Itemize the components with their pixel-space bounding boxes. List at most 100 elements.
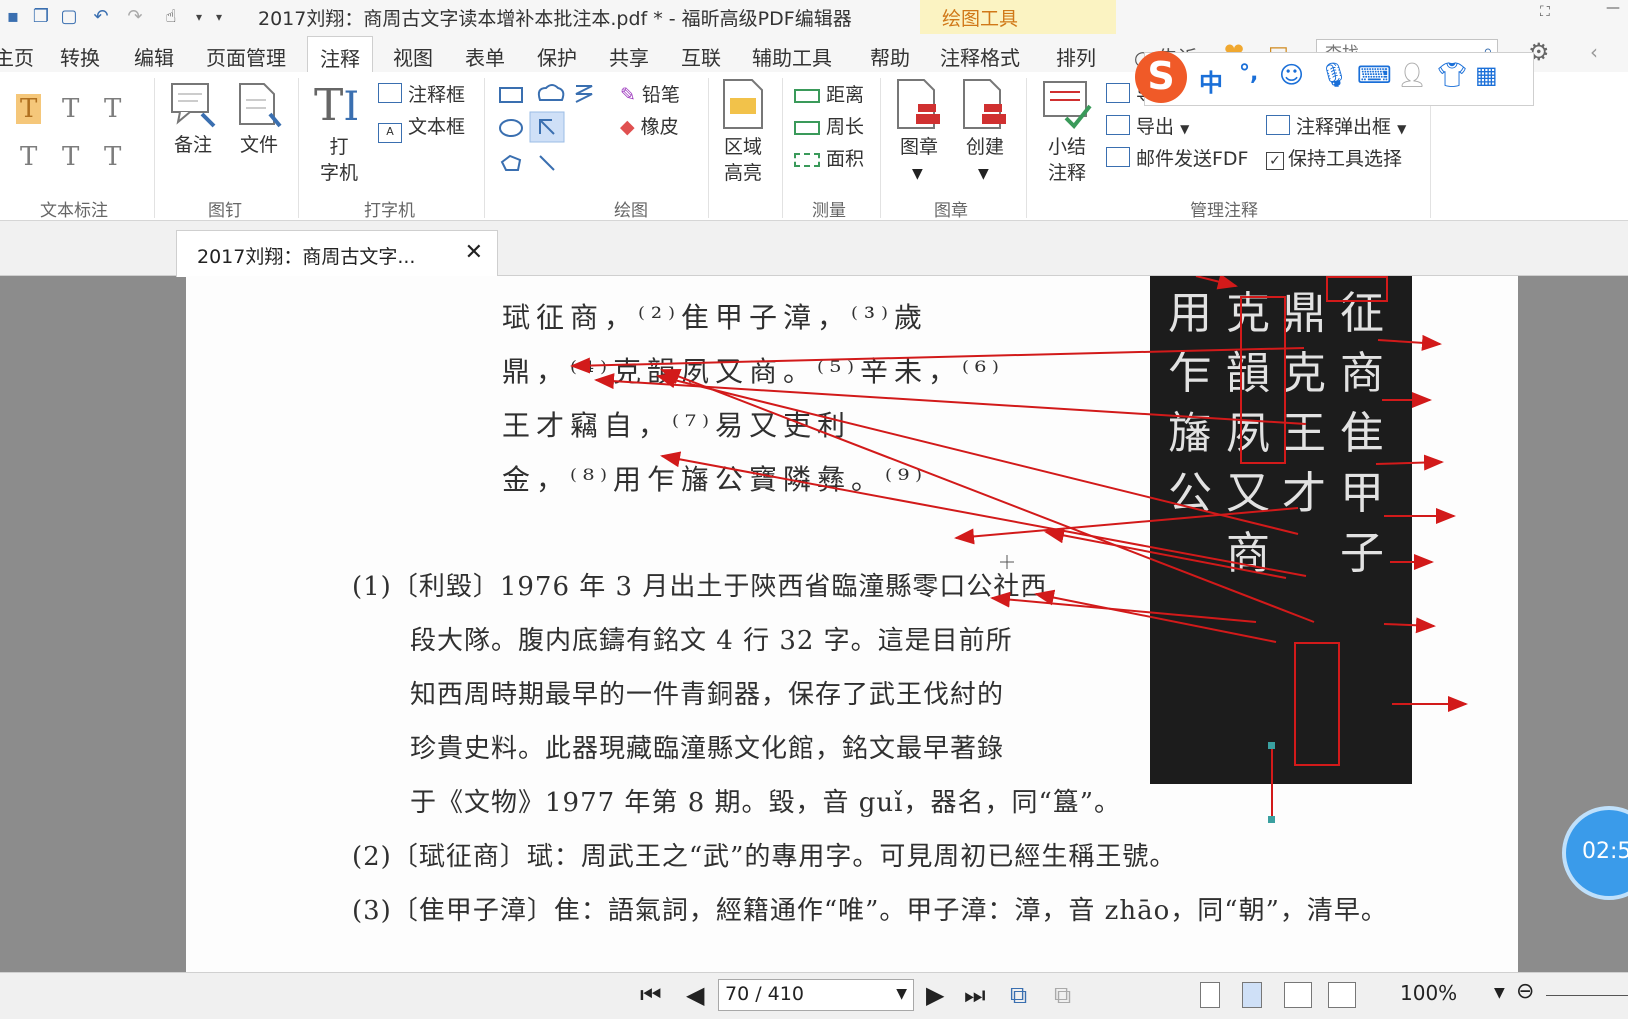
- toolbox-icon[interactable]: ▦: [1475, 61, 1498, 89]
- collapse-ribbon-icon[interactable]: ‹: [1590, 40, 1598, 64]
- menu-comment-format[interactable]: 注释格式: [940, 42, 1020, 71]
- minimize-icon[interactable]: —: [1606, 0, 1620, 16]
- squiggly-underline-icon[interactable]: T: [62, 94, 79, 124]
- file-attachment-icon[interactable]: [234, 80, 284, 130]
- undo-icon[interactable]: ↶: [90, 6, 112, 28]
- chevron-down-icon[interactable]: ▼: [896, 986, 907, 1002]
- menu-arrange[interactable]: 排列: [1056, 42, 1096, 71]
- close-icon[interactable]: ✕: [465, 240, 483, 265]
- area-button[interactable]: 面积: [794, 144, 864, 171]
- menu-form[interactable]: 表单: [465, 42, 505, 71]
- user-icon[interactable]: 👤︎: [1397, 61, 1427, 89]
- group-stamp-label: 图章: [934, 201, 968, 221]
- recording-timer[interactable]: 02:58: [1562, 806, 1628, 900]
- sogou-logo-icon[interactable]: S: [1135, 51, 1187, 103]
- ime-chinese-mode[interactable]: 中: [1199, 63, 1223, 98]
- strikeout-icon[interactable]: T: [20, 142, 37, 172]
- underline-icon[interactable]: T: [104, 94, 121, 124]
- fullscreen-icon[interactable]: ⛶: [1540, 4, 1550, 20]
- separator: [1026, 78, 1027, 218]
- menu-home[interactable]: 主页: [0, 42, 34, 71]
- pencil-button[interactable]: ✎ 铅笔: [620, 80, 680, 107]
- hand-tool-icon[interactable]: ☝: [160, 6, 182, 28]
- menu-help[interactable]: 帮助: [870, 42, 910, 71]
- highlight-text-icon[interactable]: T: [16, 94, 42, 124]
- insert-text-icon[interactable]: T: [104, 142, 121, 172]
- group-drawing-label: 绘图: [614, 201, 648, 221]
- stamp-icon[interactable]: [894, 78, 944, 132]
- ime-punctuation[interactable]: °,: [1239, 61, 1258, 86]
- context-tab-drawing-tools[interactable]: 绘图工具: [920, 0, 1116, 34]
- last-page-icon[interactable]: ⏭: [964, 981, 986, 1009]
- typewriter-button[interactable]: 打 字机: [312, 134, 366, 186]
- area-highlight-icon[interactable]: [720, 78, 766, 132]
- continuous-page-view-icon[interactable]: [1242, 982, 1262, 1008]
- textbox-button[interactable]: A 文本框: [378, 112, 465, 143]
- chevron-down-icon[interactable]: ▼: [978, 166, 989, 182]
- chevron-down-icon[interactable]: ▼: [912, 166, 923, 182]
- save-icon[interactable]: ▪: [2, 6, 24, 28]
- area-highlight-button[interactable]: 区域 高亮: [716, 134, 770, 186]
- keep-tool-checkbox[interactable]: ✓ 保持工具选择: [1266, 144, 1402, 171]
- file-attachment-button[interactable]: 文件: [234, 132, 284, 158]
- menu-protect[interactable]: 保护: [537, 42, 577, 71]
- zoom-slider[interactable]: [1546, 995, 1628, 996]
- menu-share[interactable]: 共享: [609, 42, 649, 71]
- export-button[interactable]: 导出 ▼: [1106, 112, 1189, 139]
- email-fdf-button[interactable]: 邮件发送FDF: [1106, 144, 1249, 171]
- previous-page-icon[interactable]: ◀: [686, 981, 704, 1009]
- separator: [880, 78, 881, 218]
- skin-icon[interactable]: 👕︎: [1437, 61, 1467, 89]
- title-bar: ▪ ❐ ▢ ↶ ↷ ☝ ▾ ▾ 2017刘翔：商周古文字读本增补本批注本.pdf…: [0, 0, 1628, 34]
- new-file-icon[interactable]: ▢: [58, 6, 80, 28]
- menu-edit[interactable]: 编辑: [134, 42, 174, 71]
- note-icon[interactable]: [168, 80, 218, 130]
- continuous-facing-view-icon[interactable]: [1328, 982, 1356, 1008]
- eraser-button[interactable]: ◆ 橡皮: [620, 112, 679, 139]
- microphone-icon[interactable]: 🎙︎: [1319, 61, 1349, 89]
- zoom-out-icon[interactable]: ⊖: [1516, 979, 1534, 1004]
- popup-notes-button[interactable]: 注释弹出框 ▼: [1266, 112, 1406, 139]
- note-button[interactable]: 备注: [168, 132, 218, 158]
- chevron-down-icon[interactable]: ▼: [1494, 985, 1505, 1001]
- keyboard-icon[interactable]: ⌨: [1357, 61, 1392, 89]
- separator: [484, 78, 485, 218]
- pdf-page[interactable]: 珷征商，⁽²⁾隹甲子漳，⁽³⁾歲 鼎，⁽⁴⁾克韻夙又商。⁽⁵⁾辛未，⁽⁶⁾ 王才…: [186, 276, 1518, 972]
- summarize-comments-icon[interactable]: [1040, 78, 1094, 132]
- summarize-comments-button[interactable]: 小结 注释: [1038, 134, 1096, 186]
- create-stamp-icon[interactable]: [960, 78, 1010, 132]
- export-icon: [1106, 115, 1130, 135]
- menu-convert[interactable]: 转换: [60, 42, 100, 71]
- menu-accessibility[interactable]: 辅助工具: [752, 42, 832, 71]
- menu-connect[interactable]: 互联: [681, 42, 721, 71]
- group-text-markup-label: 文本标注: [40, 201, 108, 221]
- single-page-view-icon[interactable]: [1200, 982, 1220, 1008]
- replace-text-icon[interactable]: T: [62, 142, 79, 172]
- first-page-icon[interactable]: ⏮: [640, 981, 662, 1009]
- zoom-level[interactable]: 100%: [1400, 981, 1457, 1005]
- group-pin-label: 图钉: [208, 201, 242, 221]
- copy-icon[interactable]: ❐: [30, 6, 52, 28]
- callout-icon: [378, 83, 402, 103]
- menu-page-management[interactable]: 页面管理: [206, 42, 286, 71]
- page-number-box[interactable]: 70 / 410 ▼: [718, 979, 914, 1011]
- document-tab[interactable]: 2017刘翔：商周古文字... ✕: [176, 230, 498, 277]
- facing-view-icon[interactable]: [1284, 982, 1312, 1008]
- redo-icon[interactable]: ↷: [124, 6, 146, 28]
- previous-view-icon[interactable]: ⧉: [1010, 981, 1027, 1009]
- chevron-down-icon[interactable]: ▾: [188, 6, 210, 28]
- annotation-arrows[interactable]: [186, 276, 1518, 972]
- customize-qa-icon[interactable]: ▾: [208, 6, 230, 28]
- next-page-icon[interactable]: ▶: [926, 981, 944, 1009]
- callout-button[interactable]: 注释框: [378, 80, 465, 107]
- emoji-icon[interactable]: ☺: [1279, 61, 1304, 89]
- distance-button[interactable]: 距离: [794, 80, 864, 107]
- chevron-down-icon: ▼: [1397, 122, 1407, 136]
- typewriter-icon[interactable]: TI: [314, 80, 359, 131]
- create-stamp-button[interactable]: 创建: [960, 134, 1010, 160]
- menu-view[interactable]: 视图: [393, 42, 433, 71]
- next-view-icon[interactable]: ⧉: [1054, 981, 1071, 1009]
- document-tab-label: 2017刘翔：商周古文字...: [197, 246, 416, 268]
- stamp-button[interactable]: 图章: [894, 134, 944, 160]
- perimeter-button[interactable]: 周长: [794, 112, 864, 139]
